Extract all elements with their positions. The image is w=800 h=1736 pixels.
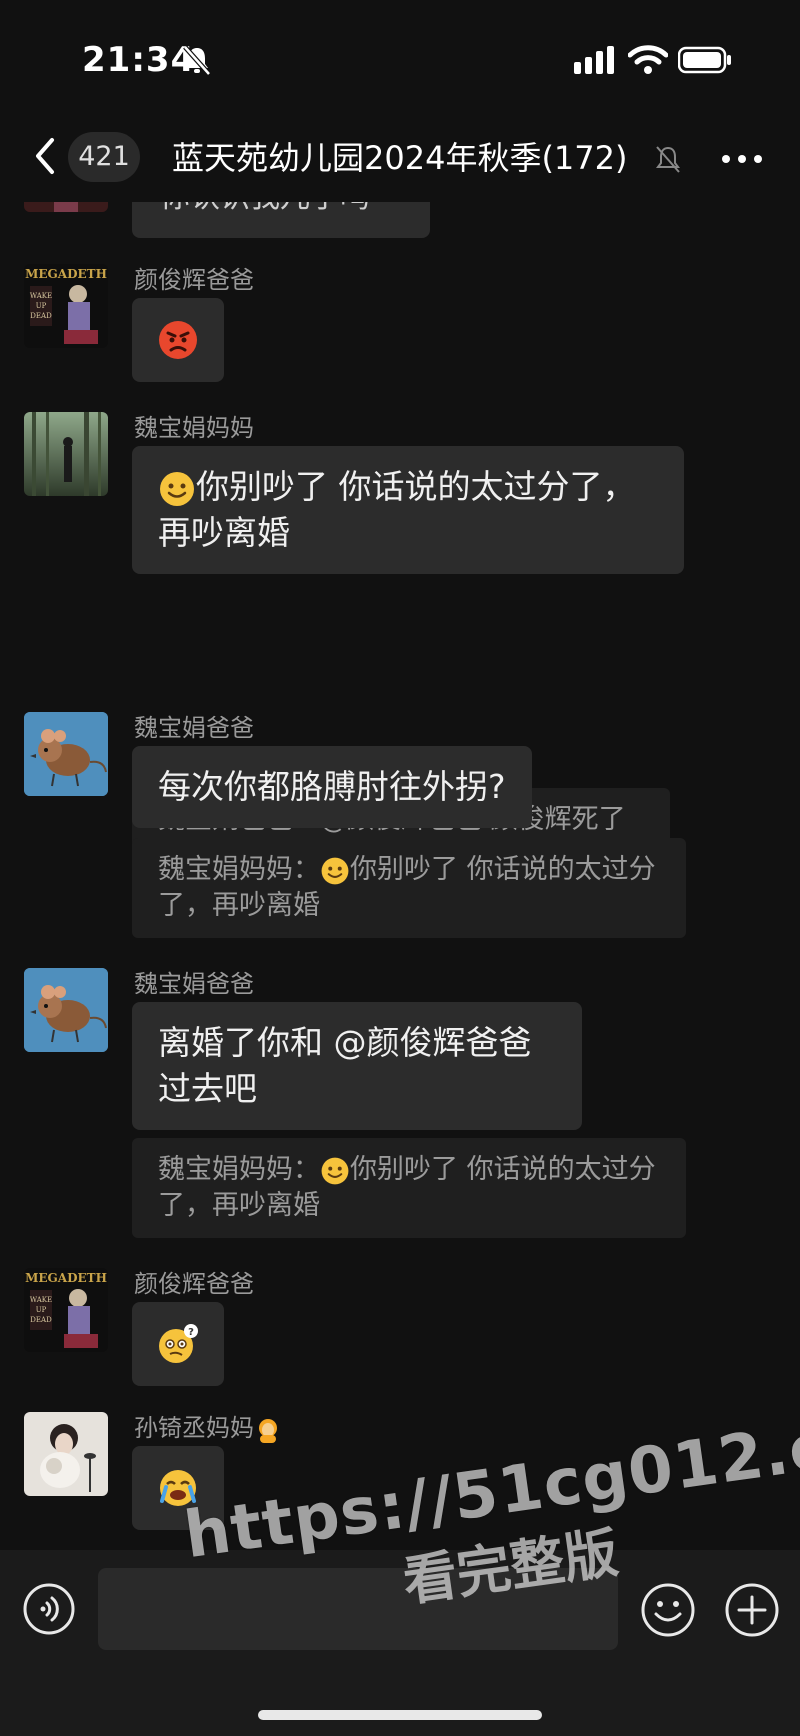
message-text: 离婚了你和 @颜俊辉爸爸 过去吧	[158, 1023, 532, 1108]
bell-off-icon	[183, 45, 211, 76]
svg-text:MEGADETH: MEGADETH	[25, 1271, 107, 1285]
svg-text:UP: UP	[36, 302, 47, 310]
status-bar: 21:34	[0, 0, 800, 120]
megadeth-album-avatar[interactable]: MEGADETH WAKE UP DEAD	[24, 264, 108, 348]
home-indicator[interactable]	[258, 1710, 542, 1720]
forest-photo-avatar[interactable]	[24, 412, 108, 496]
message-bubble[interactable]: 离婚了你和 @颜俊辉爸爸 过去吧	[132, 1002, 582, 1130]
message-input[interactable]	[98, 1568, 618, 1650]
voice-input-icon[interactable]	[22, 1582, 76, 1636]
message-bubble[interactable]: 你别吵了 你话说的太过分了，再吵离婚	[132, 446, 684, 574]
svg-text:DEAD: DEAD	[30, 312, 52, 320]
chat-title[interactable]: 蓝天苑幼儿园2024年秋季(172)	[172, 134, 642, 182]
message-bubble[interactable]	[132, 1446, 224, 1530]
quote-prefix: 魏宝娟妈妈：	[158, 1154, 320, 1185]
sender-name: 魏宝娟爸爸	[134, 970, 254, 998]
megadeth-album-avatar[interactable]: MEGADETH WAKE UP DEAD	[24, 1268, 108, 1352]
svg-text:UP: UP	[36, 1306, 47, 1314]
message-bubble[interactable]: 你认识我儿子吗	[132, 202, 430, 238]
crying-face-emoji	[160, 1470, 196, 1506]
emoji-icon[interactable]	[640, 1582, 696, 1638]
battery-icon	[678, 46, 731, 74]
woman-with-cat-avatar[interactable]	[24, 1412, 108, 1496]
confused-face-emoji: ?	[159, 1324, 198, 1363]
smiling-face-emoji	[321, 1157, 349, 1184]
message-text: 你别吵了 你话说的太过分了，再吵离婚	[158, 467, 636, 552]
svg-text:WAKE: WAKE	[30, 1296, 52, 1304]
sender-name-text: 孙锜丞妈妈	[134, 1414, 254, 1442]
message-bubble[interactable]	[132, 298, 224, 382]
sender-name: 魏宝娟爸爸	[134, 714, 254, 742]
more-options-icon[interactable]	[720, 144, 764, 174]
quote-prefix: 魏宝娟妈妈：	[158, 854, 320, 885]
muted-bell-icon	[656, 146, 680, 173]
smiling-face-emoji	[160, 471, 194, 506]
unread-count-badge[interactable]: 421	[68, 132, 140, 182]
message-list[interactable]: 你认识我儿子吗 MEGADETH WAKE UP DEAD 颜俊辉爸爸	[0, 202, 800, 1550]
angry-face-emoji	[159, 321, 197, 359]
sender-name: 孙锜丞妈妈	[134, 1408, 282, 1443]
status-time: 21:34	[82, 40, 196, 80]
sender-name: 颜俊辉爸爸	[134, 266, 254, 294]
mouse-character-avatar[interactable]	[24, 712, 108, 796]
svg-text:WAKE: WAKE	[30, 292, 52, 300]
sender-name: 颜俊辉爸爸	[134, 1270, 254, 1298]
input-bar	[0, 1550, 800, 1736]
chat-header: 421 蓝天苑幼儿园2024年秋季(172)	[0, 120, 800, 202]
quoted-reply[interactable]: 魏宝娟妈妈： 你别吵了 你话说的太过分了，再吵离婚	[132, 838, 686, 938]
sender-name: 魏宝娟妈妈	[134, 414, 254, 442]
message-text: 每次你都胳膊肘往外拐?	[158, 767, 506, 806]
message-bubble[interactable]: 每次你都胳膊肘往外拐?	[132, 746, 532, 828]
svg-text:DEAD: DEAD	[30, 1316, 52, 1324]
person-emoji	[259, 1419, 277, 1443]
quoted-reply[interactable]: 魏宝娟妈妈： 你别吵了 你话说的太过分了，再吵离婚	[132, 1138, 686, 1238]
message-bubble[interactable]: ?	[132, 1302, 224, 1386]
plus-icon[interactable]	[724, 1582, 780, 1638]
wifi-icon	[628, 45, 668, 74]
message-text: 你认识我儿子吗	[160, 202, 370, 216]
smiling-face-emoji	[321, 857, 349, 884]
avatar[interactable]	[24, 202, 108, 212]
cellular-signal-icon	[574, 46, 614, 74]
svg-text:?: ?	[188, 1327, 194, 1338]
back-arrow-icon[interactable]	[30, 136, 60, 176]
svg-text:MEGADETH: MEGADETH	[25, 267, 107, 281]
mouse-character-avatar[interactable]	[24, 968, 108, 1052]
